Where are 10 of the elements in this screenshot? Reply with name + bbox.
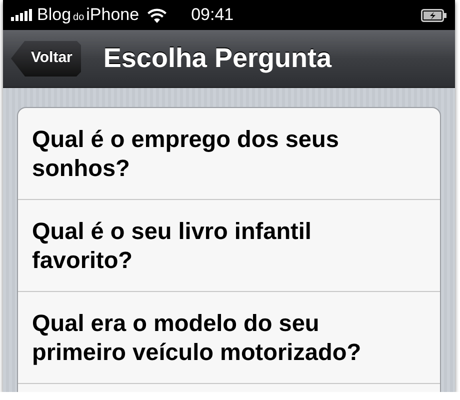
- wifi-icon: [147, 8, 168, 22]
- status-time: 09:41: [191, 4, 234, 26]
- screen-title: Escolha Pergunta: [103, 42, 332, 76]
- signal-icon: [11, 9, 33, 21]
- question-item[interactable]: Qual é o emprego dos seus sonhos?: [32, 124, 377, 182]
- battery-icon: [421, 8, 447, 22]
- carrier-name: Blog do iPhone: [37, 4, 140, 26]
- question-item[interactable]: Qual é o seu livro infantil favorito?: [32, 216, 377, 274]
- back-button[interactable]: Voltar: [11, 40, 82, 76]
- question-item[interactable]: Qual era o modelo do seu primeiro veículo motorizado?: [32, 308, 377, 366]
